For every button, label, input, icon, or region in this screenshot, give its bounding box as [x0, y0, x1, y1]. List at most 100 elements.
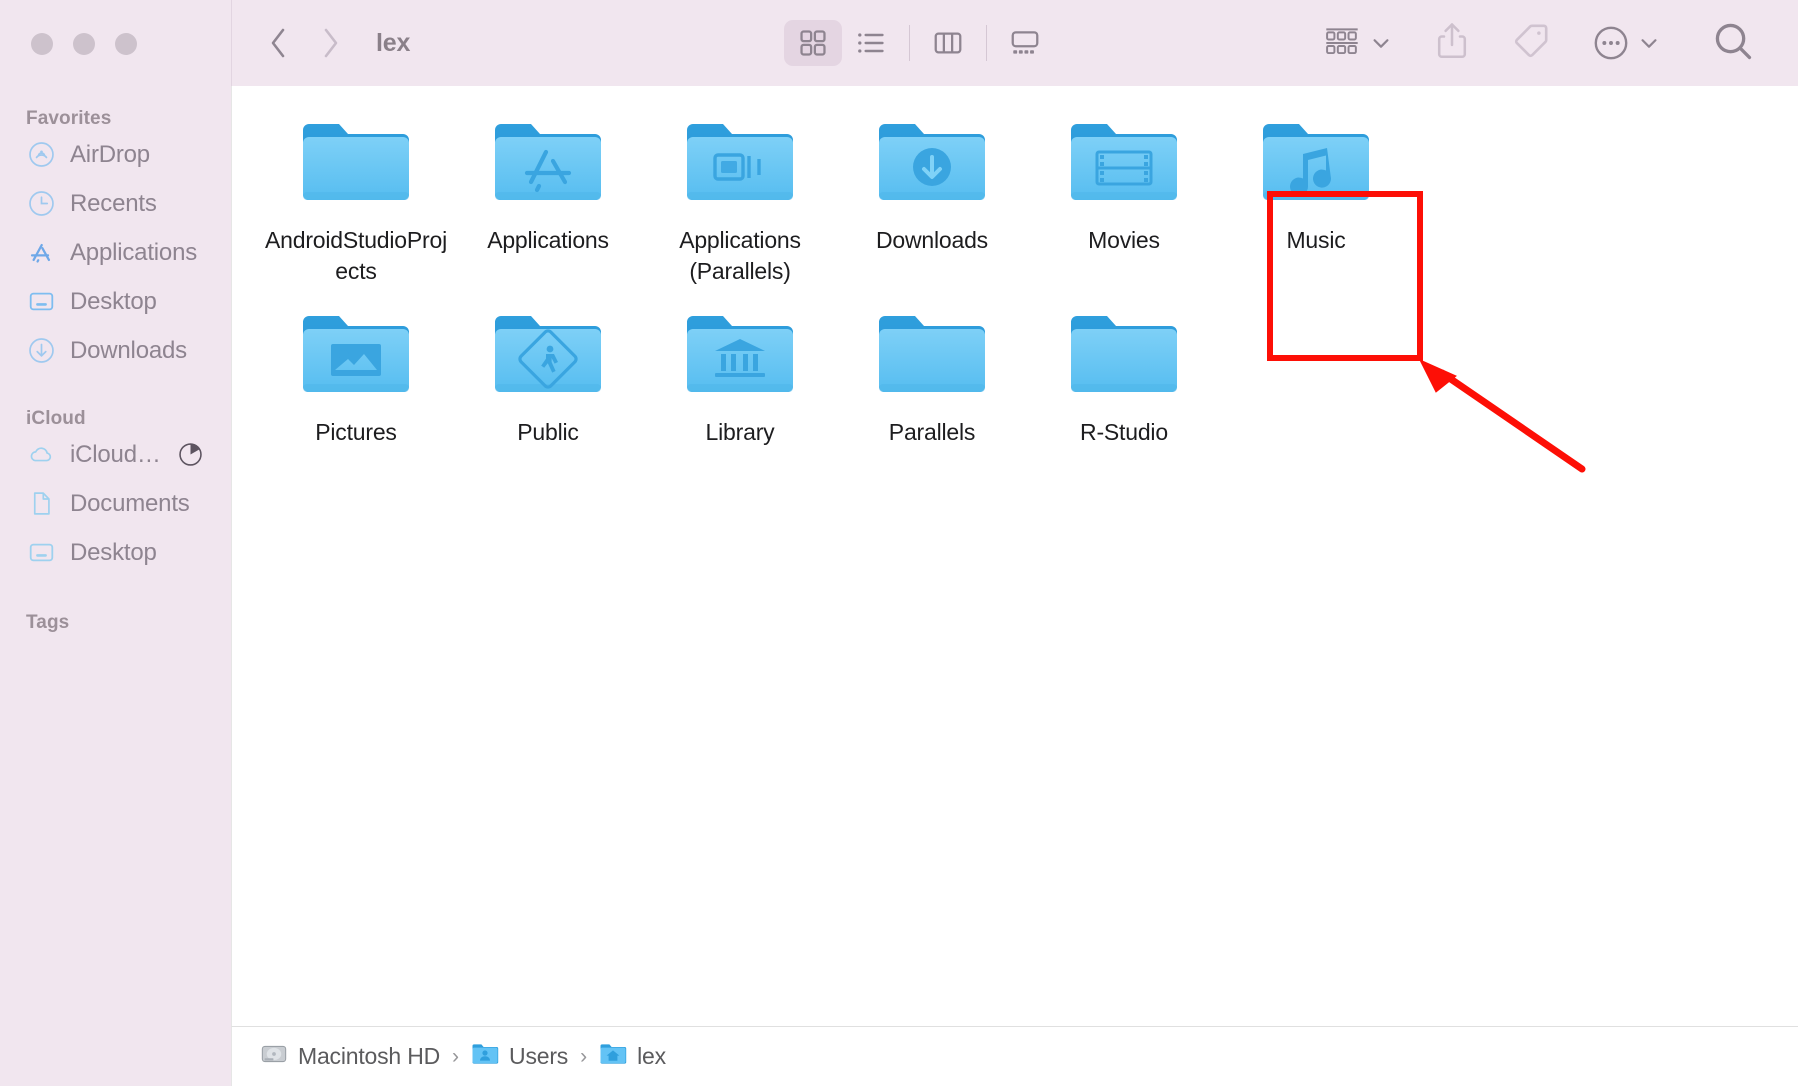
group-icon — [1322, 20, 1362, 66]
file-label: Parallels — [888, 419, 976, 446]
breadcrumb-item-macintosh-hd[interactable]: Macintosh HD — [260, 1040, 440, 1073]
breadcrumb-item-users[interactable]: Users — [471, 1042, 568, 1071]
home-folder-icon — [599, 1042, 627, 1071]
sidebar-item-airdrop[interactable]: AirDrop — [0, 130, 231, 179]
tab-icon-view[interactable] — [784, 20, 842, 66]
appstore-icon — [28, 239, 55, 266]
file-item[interactable]: Applications — [452, 104, 644, 286]
tags-button[interactable] — [1512, 20, 1550, 66]
clock-icon — [28, 190, 55, 217]
harddisk-icon — [260, 1040, 288, 1073]
breadcrumb-label: Macintosh HD — [298, 1043, 441, 1069]
download-icon — [28, 337, 55, 364]
file-label: Movies — [1088, 227, 1160, 253]
sidebar: Favorites AirDrop Recents Applications D… — [0, 0, 231, 1086]
file-grid-container[interactable]: AndroidStudioProjects Applications Appli… — [231, 86, 1798, 1026]
sidebar-section-favorites: Favorites — [26, 108, 112, 129]
tab-column-view[interactable] — [919, 20, 977, 66]
icon-grid: AndroidStudioProjects Applications Appli… — [232, 86, 1798, 448]
file-item[interactable]: Public — [452, 296, 644, 448]
chevron-down-icon — [1638, 20, 1660, 66]
sidebar-item-label: Downloads — [70, 336, 187, 364]
pictures-folder-icon — [297, 308, 415, 404]
movies-folder-icon — [1065, 116, 1183, 212]
file-item[interactable]: Parallels — [836, 296, 1028, 448]
desktop-icon — [28, 539, 55, 566]
sidebar-item-applications[interactable]: Applications — [0, 228, 231, 277]
file-item[interactable]: Applications (Parallels) — [644, 104, 836, 286]
document-icon — [28, 490, 55, 517]
sidebar-item-recents[interactable]: Recents — [0, 179, 231, 228]
toolbar-divider — [986, 25, 987, 61]
view-mode-switcher — [784, 0, 1054, 86]
page-title: lex — [376, 28, 411, 57]
file-item[interactable]: AndroidStudioProjects — [260, 104, 452, 286]
file-label: Applications (Parallels) — [679, 227, 801, 284]
toolbar: lex — [231, 0, 1798, 86]
search-button[interactable] — [1712, 20, 1754, 66]
file-item[interactable]: Library — [644, 296, 836, 448]
file-label: AndroidStudioProjects — [265, 227, 447, 284]
traffic-lights — [0, 0, 231, 55]
breadcrumb-item-lex[interactable]: lex — [599, 1042, 666, 1071]
tab-list-view[interactable] — [842, 20, 900, 66]
share-icon — [1434, 21, 1470, 66]
search-icon — [1712, 20, 1754, 67]
cloud-icon — [28, 441, 55, 468]
breadcrumb-label: Users — [509, 1043, 569, 1069]
sidebar-section-tags: Tags — [26, 612, 70, 633]
breadcrumb: Macintosh HD › Users › lex — [231, 1026, 1798, 1086]
file-item[interactable]: R-Studio — [1028, 296, 1220, 448]
back-button[interactable] — [266, 25, 292, 61]
library-folder-icon — [681, 308, 799, 404]
minimize-button[interactable] — [73, 33, 95, 55]
sidebar-item-label: Desktop — [70, 538, 157, 566]
sidebar-item-icloud-desktop[interactable]: Desktop — [0, 528, 231, 577]
desktop-icon — [28, 288, 55, 315]
file-label: Applications — [487, 227, 609, 253]
sidebar-item-documents[interactable]: Documents — [0, 479, 231, 528]
sidebar-item-label: iCloud… — [70, 440, 161, 468]
file-item-movies[interactable]: Movies — [1028, 104, 1220, 286]
file-label: R-Studio — [1080, 419, 1168, 446]
plain-folder-icon — [1065, 308, 1183, 404]
toolbar-divider — [909, 25, 910, 61]
sidebar-section-icloud: iCloud — [26, 408, 86, 429]
file-label: Pictures — [315, 419, 397, 446]
parallels-folder-icon — [681, 116, 799, 212]
breadcrumb-separator: › — [452, 1044, 460, 1068]
sidebar-item-label: Documents — [70, 489, 190, 517]
breadcrumb-label: lex — [637, 1043, 666, 1069]
file-label: Downloads — [876, 227, 988, 253]
tab-gallery-view[interactable] — [996, 20, 1054, 66]
sidebar-item-label: Desktop — [70, 287, 157, 315]
airdrop-icon — [28, 141, 55, 168]
file-item[interactable]: Downloads — [836, 104, 1028, 286]
finder-window: Favorites AirDrop Recents Applications D… — [0, 0, 1798, 1086]
plain-folder-icon — [873, 308, 991, 404]
plain-folder-icon — [297, 116, 415, 212]
sidebar-item-icloud-drive[interactable]: iCloud… — [0, 430, 231, 479]
sidebar-item-label: AirDrop — [70, 140, 150, 168]
more-actions-button[interactable] — [1592, 20, 1660, 66]
users-folder-icon — [471, 1042, 499, 1071]
sync-progress-icon — [177, 441, 204, 468]
group-by-button[interactable] — [1322, 20, 1392, 66]
close-button[interactable] — [31, 33, 53, 55]
breadcrumb-separator: › — [580, 1044, 588, 1068]
share-button[interactable] — [1434, 20, 1470, 66]
ellipsis-circle-icon — [1592, 20, 1630, 66]
file-item[interactable]: Music — [1220, 104, 1412, 286]
sidebar-item-label: Recents — [70, 189, 157, 217]
file-label: Music — [1286, 227, 1346, 253]
sidebar-item-downloads[interactable]: Downloads — [0, 326, 231, 375]
zoom-button[interactable] — [115, 33, 137, 55]
music-folder-icon — [1257, 116, 1375, 212]
sidebar-item-desktop[interactable]: Desktop — [0, 277, 231, 326]
forward-button[interactable] — [317, 25, 343, 61]
downloads-folder-icon — [873, 116, 991, 212]
appstore-folder-icon — [489, 116, 607, 212]
file-label: Public — [517, 419, 579, 446]
file-item[interactable]: Pictures — [260, 296, 452, 448]
tag-icon — [1512, 22, 1550, 65]
